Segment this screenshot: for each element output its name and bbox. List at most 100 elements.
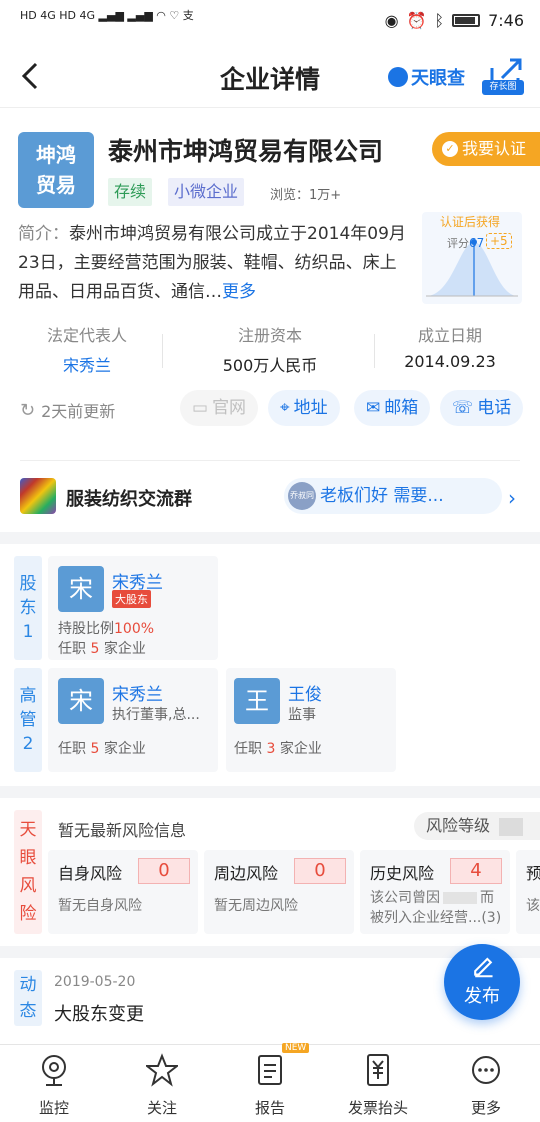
blurred-level xyxy=(499,817,524,836)
executive-role: 监事 xyxy=(288,707,316,723)
alarm-icon: ⏰ xyxy=(406,11,427,30)
shareholders-tab[interactable]: 股东 1 xyxy=(14,556,42,660)
nav-label: 关注 xyxy=(146,1099,177,1117)
jobs-count: 5 xyxy=(90,641,100,657)
risk-count: 4 xyxy=(450,858,502,884)
intro-text: 泰州市坤鸿贸易有限公司成立于2014年09月23日，主要经营范围为服装、鞋帽、纺… xyxy=(18,224,406,302)
jobs-info: 任职 3 家企业 xyxy=(234,738,322,758)
camera-icon xyxy=(42,1055,66,1086)
legal-rep-value[interactable]: 宋秀兰 xyxy=(20,352,154,376)
alipay-icon: 支 xyxy=(182,9,194,22)
nav-invoice[interactable]: 发票抬头 xyxy=(324,1053,432,1118)
risk-count: 0 xyxy=(138,858,190,884)
warning-risk-card[interactable]: 预 该公 xyxy=(516,850,540,934)
executives-count: 2 xyxy=(22,734,34,754)
heart-icon: ♡ xyxy=(169,9,180,22)
risk-headline: 暂无最新风险信息 xyxy=(58,821,187,840)
nav-more[interactable]: 更多 xyxy=(432,1053,540,1118)
legal-rep[interactable]: 法定代表人 宋秀兰 xyxy=(20,322,154,376)
group-name[interactable]: 服装纺织交流群 xyxy=(66,485,192,511)
risk-desc: 暂无周边风险 xyxy=(214,898,298,914)
self-risk-card[interactable]: 自身风险 0 暂无自身风险 xyxy=(48,850,198,934)
jobs-prefix: 任职 xyxy=(58,741,86,757)
intro-more-link[interactable]: 更多 xyxy=(222,282,256,302)
eye-icon: ◉ xyxy=(384,11,399,30)
founded-value: 2014.09.23 xyxy=(404,352,496,371)
company-intro[interactable]: 简介：泰州市坤鸿贸易有限公司成立于2014年09月23日，主要经营范围为服装、鞋… xyxy=(18,220,408,307)
jobs-suffix: 家企业 xyxy=(103,641,146,657)
verify-label: 我要认证 xyxy=(462,139,527,158)
verify-button[interactable]: ✓ 我要认证 xyxy=(432,132,540,166)
section-gap xyxy=(0,532,540,544)
divider xyxy=(162,334,163,368)
brand-logo[interactable]: 天眼查 xyxy=(388,64,465,90)
company-logo: 坤鸿 贸易 xyxy=(18,132,94,208)
executive-card[interactable]: 宋 宋秀兰 执行董事,总... 任职 5 家企业 xyxy=(48,668,218,772)
news-tab[interactable]: 动态 xyxy=(14,970,42,1026)
nav-label: 报告 xyxy=(254,1099,285,1117)
shareholder-card[interactable]: 宋 宋秀兰 大股东 持股比例100% 任职 5 家企业 xyxy=(48,556,218,660)
nav-follow[interactable]: 关注 xyxy=(108,1053,216,1118)
jobs-prefix: 任职 xyxy=(234,741,262,757)
nav-label: 发票抬头 xyxy=(347,1099,408,1117)
more-icon xyxy=(472,1056,500,1084)
phone-button[interactable]: ☏ 电话 xyxy=(440,390,524,426)
executive-name[interactable]: 王俊 xyxy=(288,680,322,705)
jobs-info: 任职 5 家企业 xyxy=(58,638,146,658)
network-text: HD 4G HD 4G xyxy=(20,9,96,22)
nav-label: 更多 xyxy=(470,1099,501,1117)
status-tag: 存续 xyxy=(108,178,153,206)
executive-role: 执行董事,总... xyxy=(112,707,200,723)
website-button[interactable]: ▭ 官网 xyxy=(180,390,259,426)
size-tag: 小微企业 xyxy=(168,178,245,206)
promo-score: 评分67 xyxy=(447,235,484,251)
chevron-right-icon[interactable]: › xyxy=(508,486,516,510)
group-message[interactable]: 老板们好 需要... xyxy=(284,478,502,514)
score-label: 评分 xyxy=(447,237,469,250)
save-image-label[interactable]: 存长图 xyxy=(482,80,524,95)
pencil-icon xyxy=(474,957,493,978)
jobs-count: 5 xyxy=(90,741,100,757)
ratio-label: 持股比例 xyxy=(58,621,114,637)
group-avatar: 乔叔同 xyxy=(288,482,316,510)
publish-button[interactable]: 发布 xyxy=(444,944,520,1020)
nav-report[interactable]: NEW 报告 xyxy=(216,1043,324,1118)
jobs-count: 3 xyxy=(266,741,276,757)
brand-name: 天眼查 xyxy=(411,68,465,89)
executive-name[interactable]: 宋秀兰 xyxy=(112,680,163,705)
executives-label: 高管 xyxy=(19,686,37,730)
news-side-label: 动态 xyxy=(19,975,37,1021)
founded: 成立日期 2014.09.23 xyxy=(382,322,518,371)
risk-title: 预 xyxy=(526,864,540,883)
mail-icon: ✉ xyxy=(366,398,381,418)
divider xyxy=(20,460,520,461)
ratio-value: 100% xyxy=(114,621,155,637)
address-button[interactable]: ⌖ 地址 xyxy=(268,390,340,426)
share-ratio: 持股比例100% xyxy=(58,618,154,638)
invoice-icon xyxy=(367,1054,389,1086)
score-value: 67 xyxy=(469,236,485,250)
location-pin-icon: ⌖ xyxy=(280,398,290,418)
executives-tab[interactable]: 高管 2 xyxy=(14,668,42,772)
avatar: 宋 xyxy=(58,678,104,724)
surrounding-risk-card[interactable]: 周边风险 0 暂无周边风险 xyxy=(204,850,354,934)
signal-icon: ▂▄▆ ▂▄▆ ◠ xyxy=(98,9,166,22)
check-badge-icon: ✓ xyxy=(442,141,458,157)
risk-desc-line1-end: 而 xyxy=(480,890,494,906)
website-label: 官网 xyxy=(212,398,247,418)
update-status[interactable]: ↻ 2天前更新 xyxy=(20,398,115,422)
risk-tab[interactable]: 天眼风险 xyxy=(14,810,42,934)
nav-monitor[interactable]: 监控 xyxy=(0,1053,108,1118)
news-title[interactable]: 大股东变更 xyxy=(54,1000,144,1026)
status-bar: HD 4G HD 4G ▂▄▆ ▂▄▆ ◠ ♡ 支 ◉ ⏰ ᛒ 7:46 xyxy=(0,0,540,44)
executive-card[interactable]: 王 王俊 监事 任职 3 家企业 xyxy=(226,668,396,772)
risk-level[interactable]: 风险等级 xyxy=(414,812,540,840)
capital: 注册资本 500万人民币 xyxy=(180,322,360,376)
founded-label: 成立日期 xyxy=(417,326,482,345)
section-gap xyxy=(0,786,540,798)
email-button[interactable]: ✉ 邮箱 xyxy=(354,390,431,426)
history-risk-card[interactable]: 历史风险 4 该公司曾因 而 被列入企业经营...(3) xyxy=(360,850,510,934)
header: 企业详情 天眼查 xyxy=(0,44,540,108)
group-thumbnail[interactable] xyxy=(20,478,56,514)
promo-title: 认证后获得 xyxy=(440,215,501,229)
